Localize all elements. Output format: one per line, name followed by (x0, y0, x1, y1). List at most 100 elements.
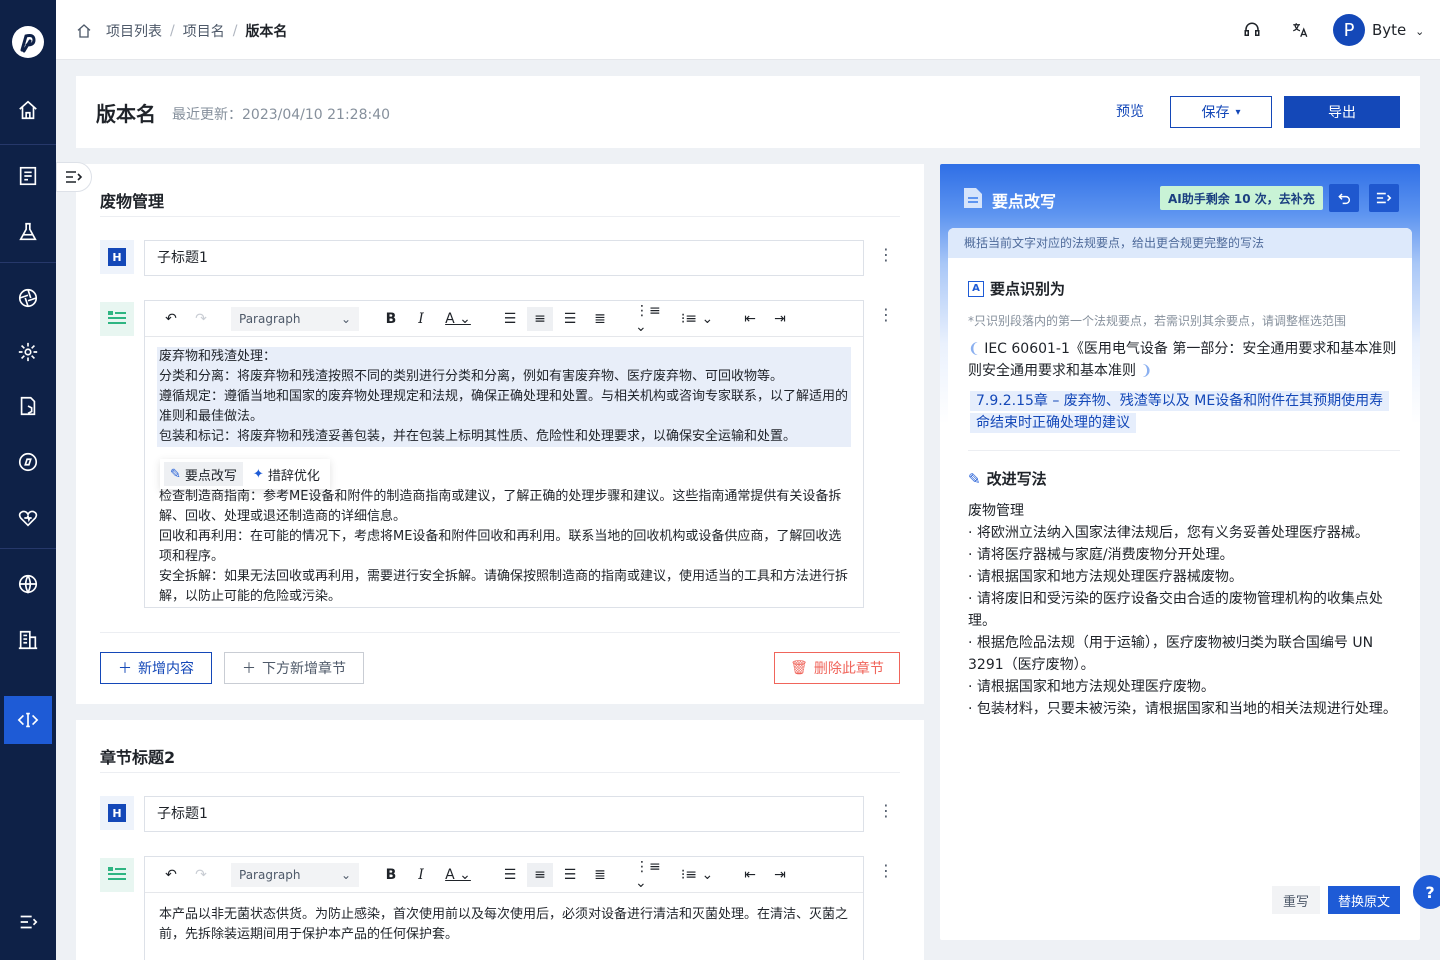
align-left-icon[interactable]: ☰ (499, 307, 521, 331)
paragraph-style-select[interactable]: Paragraph ⌄ (231, 863, 359, 887)
indent-icon[interactable]: ⇥ (769, 863, 791, 887)
italic-icon[interactable]: I (411, 307, 431, 331)
outdent-icon[interactable]: ⇤ (739, 307, 761, 331)
editor-content[interactable]: 本产品以非无菌状态供货。为防止感染，首次使用前以及每次使用后，必须对设备进行清洁… (145, 893, 863, 955)
align-justify-icon[interactable]: ≣ (589, 863, 611, 887)
more-icon[interactable]: ⋮ (878, 244, 894, 264)
add-content-button[interactable]: ＋新增内容 (100, 652, 212, 684)
sidebar (0, 0, 56, 960)
breadcrumb: 项目列表 / 项目名 / 版本名 (76, 21, 287, 41)
editor-paragraph[interactable]: 检查制造商指南：参考ME设备和附件的制造商指南或建议，了解正确的处理步骤和建议。… (159, 487, 849, 527)
italic-icon[interactable]: I (411, 863, 431, 887)
bullet-list-icon[interactable]: ⁝≡ ⌄ (679, 307, 715, 331)
avatar[interactable]: P (1333, 14, 1365, 46)
more-icon[interactable]: ⋮ (878, 304, 894, 324)
last-updated: 最近更新：2023/04/10 21:28:40 (172, 107, 391, 123)
flask-icon[interactable] (4, 208, 52, 256)
app-logo-icon (12, 26, 44, 58)
indent-icon[interactable]: ⇥ (769, 307, 791, 331)
align-left-icon[interactable]: ☰ (499, 863, 521, 887)
export-button[interactable]: 导出 (1284, 96, 1400, 128)
section-title[interactable]: 废物管理 (100, 188, 164, 212)
expand-sidebar-icon[interactable] (4, 898, 52, 946)
delete-section-button[interactable]: 🗑 删除此章节 (774, 652, 900, 684)
text-color-icon[interactable]: A ⌄ (441, 307, 475, 331)
compass-icon[interactable] (4, 438, 52, 486)
translate-icon[interactable] (1288, 18, 1312, 42)
ai-panel-title: 要点改写 (992, 192, 1057, 211)
home-icon[interactable] (4, 86, 52, 134)
home-breadcrumb-icon[interactable] (76, 23, 92, 39)
selected-text[interactable]: 废弃物和残渣处理： 分类和分离：将废弃物和残渣按照不同的类别进行分类和分离，例如… (157, 347, 851, 447)
support-icon[interactable] (1240, 18, 1264, 42)
align-center-icon[interactable]: ≡ (527, 307, 553, 331)
section-card: 废物管理 H 子标题1 ⋮ ↶ ↷ Paragraph ⌄ B I A ⌄ ☰ ≡… (76, 164, 924, 704)
bold-icon[interactable]: B (381, 863, 401, 887)
align-right-icon[interactable]: ☰ (559, 863, 581, 887)
breadcrumb-project[interactable]: 项目名 (183, 21, 225, 41)
page-title: 版本名 (96, 102, 156, 126)
rich-text-editor[interactable]: ↶ ↷ Paragraph ⌄ B I A ⌄ ☰ ≡ ☰ ≣ ⋮≡ ⌄ ⁝≡ ⌄… (144, 300, 864, 608)
redo-icon[interactable]: ↷ (191, 863, 211, 887)
key-point-rewrite-option[interactable]: ✎ 要点改写 (164, 462, 243, 486)
wording-optimize-option[interactable]: ✦ 措辞优化 (247, 462, 326, 486)
ai-panel-body: 概括当前文字对应的法规要点，给出更合规更完整的写法 A 要点识别为 *只识别段落… (948, 228, 1412, 940)
heart-icon[interactable] (4, 494, 52, 542)
code-cursor-icon[interactable] (4, 696, 52, 744)
plus-icon: ＋ (118, 661, 132, 677)
editor-paragraph[interactable]: 回收和再利用：在可能的情况下，考虑将ME设备和附件回收和再利用。联系当地的回收机… (159, 527, 849, 567)
more-icon[interactable]: ⋮ (878, 800, 894, 820)
undo-icon[interactable]: ↶ (161, 863, 181, 887)
undo-icon[interactable]: ↶ (161, 307, 181, 331)
section-title[interactable]: 章节标题2 (100, 744, 175, 768)
text-color-icon[interactable]: A ⌄ (441, 863, 475, 887)
align-center-icon[interactable]: ≡ (527, 863, 553, 887)
chevron-down-icon: ▾ (1235, 106, 1241, 118)
add-section-below-button[interactable]: ＋下方新增章节 (224, 652, 364, 684)
undo-icon[interactable] (1329, 184, 1359, 212)
identify-heading: A 要点识别为 (968, 278, 1065, 299)
trash-icon: 🗑 (790, 660, 808, 676)
pen-icon: ✎ (968, 469, 981, 488)
help-button[interactable]: ? (1413, 875, 1440, 909)
more-icon[interactable]: ⋮ (878, 860, 894, 880)
report-icon[interactable] (4, 152, 52, 200)
document-icon[interactable] (4, 382, 52, 430)
save-button[interactable]: 保存 ▾ (1170, 96, 1272, 128)
user-name[interactable]: Byte ⌄ (1372, 21, 1424, 39)
chevron-down-icon: ⌄ (1415, 25, 1425, 38)
sparkle-icon: ✦ (252, 466, 264, 482)
paragraph-style-select[interactable]: Paragraph ⌄ (231, 307, 359, 331)
replace-original-button[interactable]: 替换原文 (1328, 886, 1400, 914)
outline-toggle-icon[interactable] (56, 162, 92, 192)
bold-icon[interactable]: B (381, 307, 401, 331)
aperture-icon[interactable] (4, 274, 52, 322)
ai-quota-badge[interactable]: AI助手剩余 10 次，去补充 (1160, 186, 1323, 210)
identified-clause[interactable]: 7.9.2.15章 – 废弃物、残渣等以及 ME设备和附件在其预期使用寿命结束时… (970, 390, 1392, 434)
rewrite-button[interactable]: 重写 (1272, 886, 1320, 914)
heading-block-icon: H (100, 240, 134, 274)
rich-text-editor[interactable]: ↶ ↷ Paragraph ⌄ B I A ⌄ ☰ ≡ ☰ ≣ ⋮≡ ⌄ ⁝≡ ⌄… (144, 856, 864, 960)
redo-icon[interactable]: ↷ (191, 307, 211, 331)
align-justify-icon[interactable]: ≣ (589, 307, 611, 331)
identified-standard: ❨ IEC 60601-1《医用电气设备 第一部分：安全通用要求和基本准则则安全… (968, 341, 1397, 379)
improved-text: 废物管理 · 将欧洲立法纳入国家法律法规后，您有义务妥善处理医疗器械。 · 请将… (968, 503, 1397, 717)
preview-button[interactable]: 预览 (1116, 101, 1144, 121)
improve-heading: ✎ 改进写法 (968, 469, 1047, 489)
building-icon[interactable] (4, 616, 52, 664)
globe-icon[interactable] (4, 560, 52, 608)
bullet-list-icon[interactable]: ⁝≡ ⌄ (679, 863, 715, 887)
align-right-icon[interactable]: ☰ (559, 307, 581, 331)
paragraph-block-icon (100, 302, 134, 336)
subtitle-input[interactable]: 子标题1 (144, 240, 864, 276)
subtitle-input[interactable]: 子标题1 (144, 796, 864, 832)
ordered-list-icon[interactable]: ⋮≡ ⌄ (635, 303, 671, 335)
breadcrumb-project-list[interactable]: 项目列表 (106, 21, 162, 41)
editor-paragraph[interactable]: 安全拆解：如果无法回收或再利用，需要进行安全拆解。请确保按照制造商的指南或建议，… (159, 567, 849, 607)
settings-icon[interactable] (4, 328, 52, 376)
outdent-icon[interactable]: ⇤ (739, 863, 761, 887)
collapse-panel-icon[interactable] (1369, 184, 1399, 212)
ordered-list-icon[interactable]: ⋮≡ ⌄ (635, 859, 671, 891)
topbar: 项目列表 / 项目名 / 版本名 P Byte ⌄ (56, 0, 1440, 60)
editor-toolbar: ↶ ↷ Paragraph ⌄ B I A ⌄ ☰ ≡ ☰ ≣ ⋮≡ ⌄ ⁝≡ ⌄… (145, 857, 863, 893)
